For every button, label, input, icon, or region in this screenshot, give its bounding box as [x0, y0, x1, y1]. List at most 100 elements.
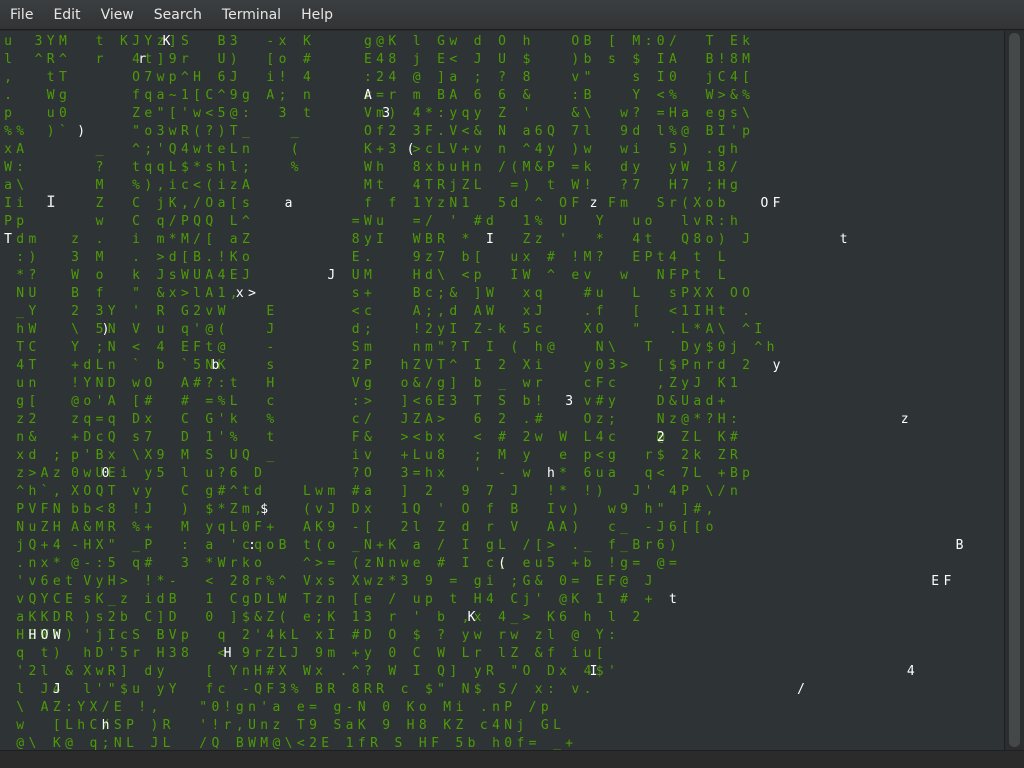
matrix-glyph: m [28, 232, 37, 247]
matrix-glyph: a [607, 466, 616, 481]
matrix-glyph: [ [168, 106, 177, 121]
matrix-glyph: u [4, 34, 12, 49]
menu-edit[interactable]: Edit [43, 0, 90, 30]
matrix-glyph-head: J [327, 268, 336, 283]
matrix-glyph: b [522, 394, 531, 409]
matrix-glyph: 4 [729, 70, 738, 85]
matrix-glyph: 3 [229, 34, 238, 49]
matrix-glyph: , [235, 718, 244, 733]
matrix-glyph: L [229, 142, 238, 157]
matrix-glyph: ? [217, 466, 226, 481]
matrix-glyph: : [607, 628, 616, 643]
matrix-glyph: # [266, 664, 275, 679]
matrix-glyph: e [705, 106, 714, 121]
matrix-glyph: y [156, 682, 165, 697]
menu-terminal[interactable]: Terminal [212, 0, 291, 30]
matrix-glyph: $ [412, 628, 421, 643]
matrix-glyph: B [705, 52, 714, 67]
terminal-scrollbar[interactable] [1004, 31, 1024, 750]
matrix-glyph: F [351, 430, 360, 445]
matrix-glyph: n [327, 592, 336, 607]
matrix-glyph: & [729, 88, 738, 103]
matrix-glyph: ^ [229, 484, 238, 499]
menu-view[interactable]: View [91, 0, 144, 30]
matrix-glyph: A [71, 520, 79, 535]
matrix-glyph: d [144, 664, 153, 679]
matrix-glyph: & [534, 646, 543, 661]
matrix-glyph: @ [205, 322, 214, 337]
matrix-glyph: P [546, 160, 555, 175]
matrix-glyph: A [205, 268, 214, 283]
matrix-glyph: . [4, 88, 12, 103]
matrix-glyph-head: t [668, 592, 677, 607]
matrix-glyph: r [473, 646, 482, 661]
matrix-glyph: W [28, 322, 37, 337]
matrix-glyph: \ [28, 736, 37, 750]
matrix-glyph: _ [620, 538, 628, 553]
matrix-glyph: . [571, 538, 580, 553]
matrix-glyph: t [40, 646, 49, 661]
matrix-glyph: & [156, 286, 165, 301]
terminal-output-area[interactable]: u 3 Y Mt K J Yz] S B 3- x Kg @ Kl Gw d Oh O B[M:0/T Ek l ^ R ^ r… [0, 31, 1004, 750]
matrix-glyph: G [540, 718, 549, 733]
menu-help[interactable]: Help [291, 0, 343, 30]
matrix-glyph: u [28, 520, 37, 535]
matrix-glyph: + [71, 358, 79, 373]
matrix-glyph: , [52, 484, 61, 499]
matrix-glyph: G [437, 34, 445, 49]
matrix-glyph: - [241, 682, 250, 697]
matrix-glyph: s [83, 592, 92, 607]
matrix-glyph: , [150, 700, 159, 715]
matrix-glyph: 4 [217, 268, 226, 283]
matrix-glyph: 4 [412, 106, 421, 121]
matrix-glyph: x [107, 448, 116, 463]
menu-file[interactable]: File [0, 0, 43, 30]
matrix-glyph: ' [229, 538, 238, 553]
matrix-glyph: y [583, 358, 592, 373]
matrix-glyph: c [95, 430, 104, 445]
matrix-glyph: 9 [461, 484, 470, 499]
matrix-glyph: y [681, 376, 689, 391]
matrix-glyph: P [504, 700, 513, 715]
matrix-glyph: z [534, 628, 543, 643]
matrix-glyph: ' [729, 124, 738, 139]
matrix-glyph: z [52, 466, 61, 481]
matrix-glyph: ( [193, 124, 201, 139]
menu-search[interactable]: Search [144, 0, 212, 30]
matrix-glyph: 1 [180, 88, 189, 103]
matrix-glyph: S [205, 448, 214, 463]
matrix-glyph: * [424, 106, 433, 121]
matrix-glyph: t [65, 574, 73, 589]
matrix-glyph: < [461, 124, 470, 139]
matrix-glyph: ^ [34, 52, 43, 67]
matrix-glyph: # [498, 430, 506, 445]
matrix-glyph: 2 [107, 610, 116, 625]
matrix-glyph: C [180, 412, 189, 427]
matrix-glyph: g [473, 574, 482, 589]
matrix-glyph: S [498, 682, 506, 697]
matrix-glyph: L [717, 250, 726, 265]
scrollbar-thumb[interactable] [1009, 33, 1020, 747]
matrix-glyph: ; [241, 160, 250, 175]
matrix-glyph: ( [217, 322, 226, 337]
matrix-glyph-head: ) [101, 322, 110, 337]
matrix-glyph: k [229, 412, 238, 427]
matrix-glyph: s [632, 70, 641, 85]
matrix-glyph: 2 [28, 412, 37, 427]
matrix-glyph: n [16, 430, 25, 445]
matrix-glyph: Z [498, 106, 506, 121]
matrix-glyph: q [644, 466, 653, 481]
matrix-glyph: ' [95, 394, 104, 409]
matrix-glyph: 3 [607, 358, 616, 373]
matrix-glyph: 9 [229, 88, 238, 103]
matrix-glyph: " [437, 682, 445, 697]
matrix-glyph: z [315, 592, 323, 607]
matrix-glyph: W [217, 556, 226, 571]
matrix-glyph: o [705, 196, 714, 211]
matrix-glyph: s [205, 160, 214, 175]
matrix-glyph: H [52, 520, 61, 535]
matrix-glyph: V [510, 520, 519, 535]
matrix-glyph: g [363, 34, 372, 49]
matrix-glyph: D [254, 466, 262, 481]
matrix-glyph: o [254, 556, 262, 571]
